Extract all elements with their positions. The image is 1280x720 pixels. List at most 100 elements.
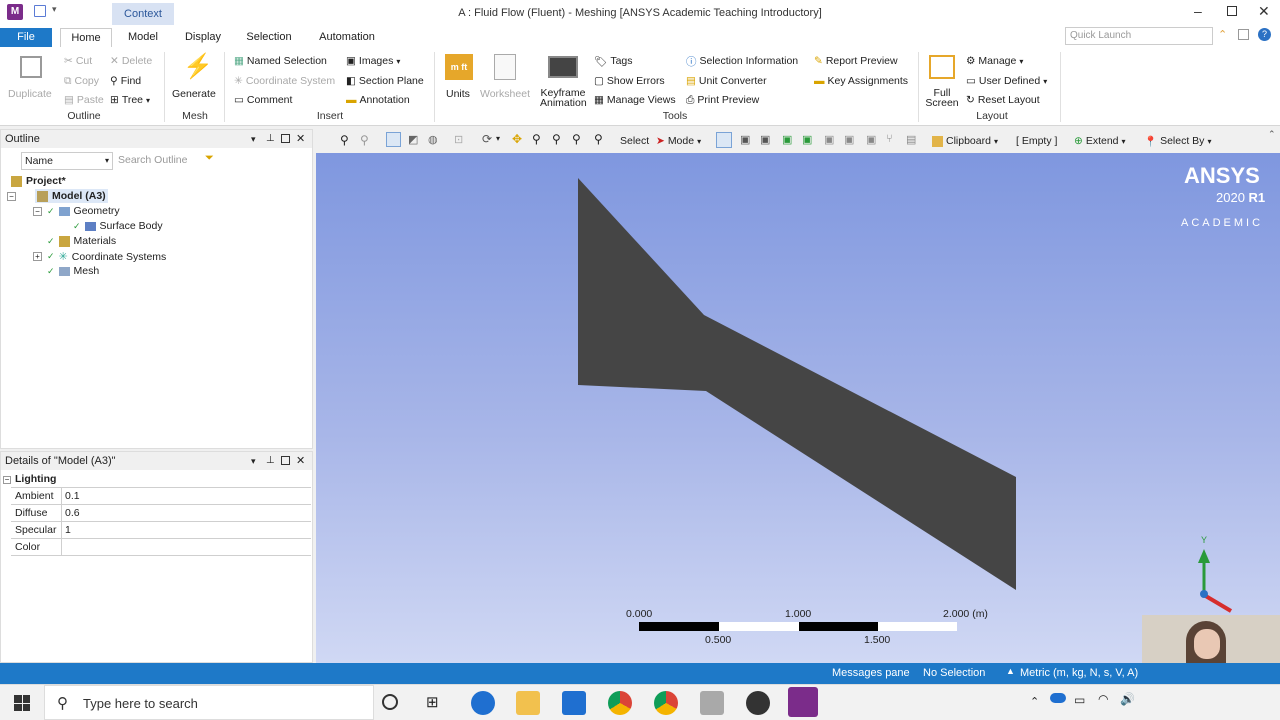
select-tree-icon[interactable]: ⑂ <box>886 133 893 145</box>
wireframe-icon[interactable]: ◩ <box>408 133 418 146</box>
manage-button[interactable]: ⚙ Manage ▾ <box>966 53 1023 69</box>
detail-row-diffuse[interactable]: Diffuse 0.6 <box>11 505 311 522</box>
close-panel-icon[interactable]: ✕ <box>296 130 305 148</box>
annotation-button[interactable]: ▬ Annotation <box>346 92 410 108</box>
select-by-button[interactable]: 📍 Select By ▾ <box>1144 133 1211 149</box>
select-point-icon[interactable] <box>716 132 732 148</box>
detail-value[interactable]: 1 <box>65 524 71 536</box>
magnifier-icon[interactable]: ⚲ <box>594 132 603 146</box>
close-panel-icon[interactable]: ✕ <box>296 452 305 470</box>
mechanical-taskbar-icon[interactable] <box>788 687 818 717</box>
restore-icon[interactable] <box>1227 6 1237 16</box>
user-defined-button[interactable]: ▭ User Defined ▾ <box>966 73 1047 89</box>
unit-converter-button[interactable]: ▤ Unit Converter <box>686 73 767 89</box>
tree-item-model[interactable]: Model (A3) <box>35 189 108 203</box>
tree-item-project[interactable]: Project* <box>11 175 66 187</box>
file-explorer-icon[interactable] <box>516 691 540 715</box>
taskbar-search-box[interactable]: ⚲ Type here to search <box>44 685 374 720</box>
pin-icon[interactable]: ⊥ <box>266 452 275 470</box>
minimize-icon[interactable]: – <box>1194 3 1202 19</box>
mode-button[interactable]: ➤ Mode ▾ <box>656 133 701 149</box>
detail-value[interactable]: 0.6 <box>65 507 80 519</box>
onedrive-icon[interactable] <box>1050 693 1066 703</box>
battery-icon[interactable]: ▭ <box>1074 693 1085 707</box>
cortana-icon[interactable] <box>382 694 398 710</box>
tags-button[interactable]: 🏷 Tags <box>594 53 633 69</box>
chevron-up-icon[interactable]: ⌃ <box>1268 129 1276 140</box>
close-icon[interactable]: ✕ <box>1258 3 1270 20</box>
messages-pane-button[interactable]: Messages pane <box>832 667 910 679</box>
report-preview-button[interactable]: ✎ Report Preview <box>814 53 898 69</box>
chrome-icon[interactable] <box>608 691 632 715</box>
tab-file[interactable]: File <box>0 28 52 47</box>
select-node-icon[interactable]: ▣ <box>844 133 854 146</box>
units-button[interactable]: Units <box>446 88 470 100</box>
cut-button[interactable]: ✂ Cut <box>64 53 92 69</box>
zoom-icon[interactable]: ⚲ <box>340 133 349 147</box>
window-settings-icon[interactable] <box>1238 29 1249 40</box>
maximize-icon[interactable] <box>281 456 290 465</box>
full-screen-button[interactable]: Full Screen <box>922 88 962 109</box>
tree-button[interactable]: ⊞ Tree ▾ <box>110 92 150 108</box>
tree-item-mesh[interactable]: ✓ Mesh <box>47 265 99 277</box>
quick-launch-input[interactable]: Quick Launch <box>1065 27 1213 45</box>
filter-icon[interactable]: ⏷ <box>205 152 214 165</box>
select-misc-icon[interactable]: ▤ <box>906 133 916 146</box>
shade-icon[interactable]: ◍ <box>428 133 438 146</box>
volume-icon[interactable]: 🔊 <box>1120 692 1135 706</box>
images-button[interactable]: ▣ Images ▾ <box>346 53 400 69</box>
clipboard-button[interactable]: Clipboard ▾ <box>932 133 998 149</box>
find-button[interactable]: ⚲ Find <box>110 73 141 89</box>
windows-start-icon[interactable] <box>14 695 30 711</box>
chevron-up-icon[interactable]: ▲ <box>1006 666 1015 676</box>
pan-icon[interactable]: ✥ <box>512 132 522 146</box>
app-icon[interactable] <box>746 691 770 715</box>
delete-button[interactable]: ✕ Delete <box>110 53 152 69</box>
extend-button[interactable]: ⊕ Extend ▾ <box>1074 133 1126 149</box>
select-body-icon[interactable]: ▣ <box>802 133 812 146</box>
workbench-icon[interactable] <box>700 691 724 715</box>
task-view-icon[interactable]: ⊞ <box>426 693 439 711</box>
collapse-icon[interactable]: − <box>3 476 11 484</box>
maximize-icon[interactable] <box>281 134 290 143</box>
tree-item-geometry[interactable]: ✓ Geometry <box>47 205 120 217</box>
selection-information-button[interactable]: ⓘ Selection Information <box>686 53 798 69</box>
edge-browser-icon[interactable] <box>471 691 495 715</box>
duplicate-button[interactable]: Duplicate <box>8 88 52 100</box>
section-plane-button[interactable]: ◧ Section Plane <box>346 73 424 89</box>
tray-chevron-icon[interactable]: ⌃ <box>1030 695 1039 708</box>
detail-row-ambient[interactable]: Ambient 0.1 <box>11 488 311 505</box>
chrome-alt-icon[interactable] <box>654 691 678 715</box>
reset-layout-button[interactable]: ↻ Reset Layout <box>966 92 1040 108</box>
select-edge-icon[interactable]: ▣ <box>760 133 770 146</box>
detail-row-color[interactable]: Color <box>11 539 311 556</box>
tab-display[interactable]: Display <box>178 28 228 47</box>
detail-row-specular[interactable]: Specular 1 <box>11 522 311 539</box>
panel-menu-icon[interactable]: ▾ <box>251 452 256 470</box>
select-element-icon[interactable]: ▣ <box>824 133 834 146</box>
tree-item-materials[interactable]: ✓ Materials <box>47 235 116 247</box>
help-icon[interactable]: ? <box>1258 28 1271 41</box>
collapse-icon[interactable]: − <box>7 192 16 201</box>
select-face-icon[interactable]: ▣ <box>782 133 792 146</box>
tree-item-coordinate-systems[interactable]: ✓ ✳ Coordinate Systems <box>47 250 166 264</box>
chevron-down-icon[interactable]: ▾ <box>496 134 500 143</box>
select-mesh-icon[interactable]: ▣ <box>866 133 876 146</box>
quick-access-dropdown-icon[interactable]: ▾ <box>52 4 57 15</box>
worksheet-button[interactable]: Worksheet <box>480 88 530 100</box>
box-view-icon[interactable] <box>386 132 401 147</box>
show-errors-button[interactable]: ▢ Show Errors <box>594 73 665 89</box>
paste-button[interactable]: ▤ Paste <box>64 92 104 108</box>
context-tab[interactable]: Context <box>112 3 174 25</box>
tab-automation[interactable]: Automation <box>312 28 382 47</box>
collapse-icon[interactable]: − <box>33 207 42 216</box>
keyframe-animation-button[interactable]: Keyframe Animation <box>540 88 587 109</box>
coordinate-system-button[interactable]: ✳ Coordinate System <box>234 73 335 89</box>
generate-button[interactable]: Generate <box>172 88 216 100</box>
graphics-viewport[interactable]: ANSYS 2020 R1 ACADEMIC 0.000 1.000 2.000… <box>316 153 1280 663</box>
print-preview-button[interactable]: ⎙ Print Preview <box>686 92 759 108</box>
detail-value[interactable]: 0.1 <box>65 490 80 502</box>
named-selection-button[interactable]: ▦ Named Selection <box>234 53 327 69</box>
chevron-up-icon[interactable]: ⌃ <box>1218 28 1227 41</box>
select-button[interactable]: Select <box>620 133 649 149</box>
